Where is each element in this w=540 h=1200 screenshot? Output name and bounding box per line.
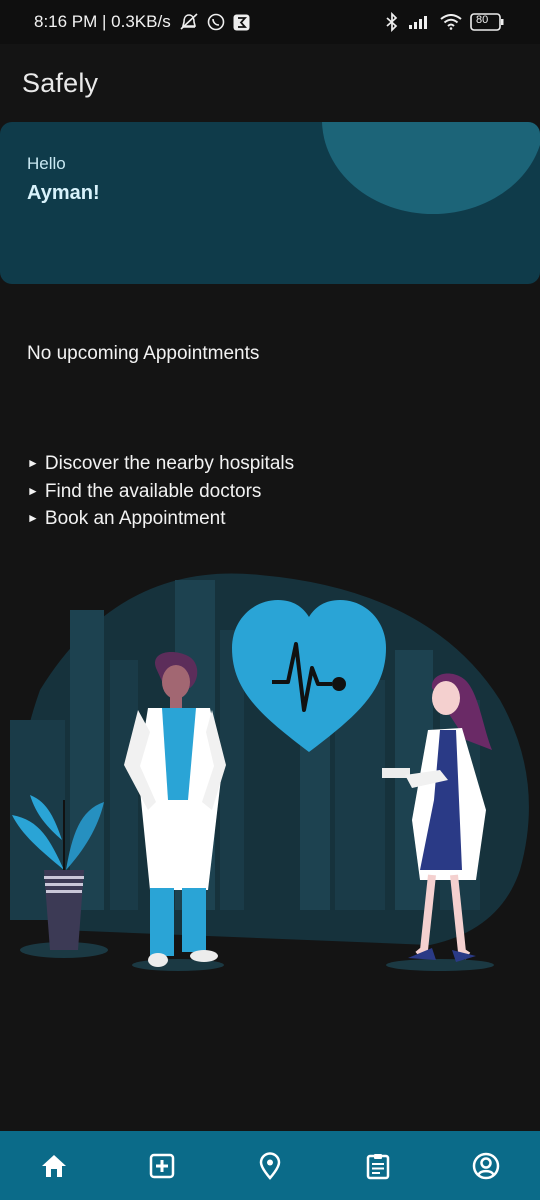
no-appointments-text: No upcoming Appointments xyxy=(27,343,260,364)
arrow-right-icon: ► xyxy=(27,456,39,470)
app-bar: Safely xyxy=(0,44,540,122)
clipboard-icon xyxy=(366,1153,390,1179)
nav-home[interactable] xyxy=(24,1136,84,1196)
home-icon xyxy=(42,1154,66,1177)
status-bar: 8:16 PM | 0.3KB/s 80 xyxy=(0,0,540,44)
app-title: Safely xyxy=(22,68,99,98)
location-pin-icon xyxy=(259,1151,281,1180)
signal-icon xyxy=(408,14,432,30)
nav-location[interactable] xyxy=(240,1136,300,1196)
feature-item: ► Book an Appointment xyxy=(27,505,294,533)
status-time-network: 8:16 PM | 0.3KB/s xyxy=(34,12,171,31)
bluetooth-icon xyxy=(384,12,400,32)
feature-item: ► Discover the nearby hospitals xyxy=(27,450,294,478)
feature-list: ► Discover the nearby hospitals ► Find the… xyxy=(27,450,294,533)
app-notification-icon xyxy=(233,14,250,31)
arrow-right-icon: ► xyxy=(27,483,39,498)
feature-label: Book an Appointment xyxy=(44,508,226,529)
wifi-icon xyxy=(440,14,462,30)
nav-appointments[interactable] xyxy=(348,1136,408,1196)
status-left: 8:16 PM | 0.3KB/s xyxy=(34,12,250,32)
nav-profile[interactable] xyxy=(456,1136,516,1196)
whatsapp-icon xyxy=(207,13,225,31)
alarm-off-icon xyxy=(179,13,199,31)
feature-label: Discover the nearby hospitals xyxy=(44,453,295,474)
greeting-hello: Hello xyxy=(27,154,66,173)
nav-hospitals[interactable] xyxy=(132,1136,192,1196)
greeting-name: Ayman! xyxy=(27,182,100,204)
feature-item: ► Find the available doctors xyxy=(27,478,294,506)
medical-plus-icon xyxy=(149,1153,175,1178)
doctors-illustration xyxy=(10,573,529,971)
greeting-card: Hello Ayman! xyxy=(0,122,540,284)
greeting-decor-circle xyxy=(322,122,540,214)
bottom-nav xyxy=(0,1131,540,1200)
feature-label: Find the available doctors xyxy=(44,480,262,502)
battery-level: 80 xyxy=(476,14,489,26)
arrow-right-icon: ► xyxy=(27,511,39,525)
battery-icon: 80 xyxy=(470,13,504,31)
status-right: 80 xyxy=(384,12,504,32)
profile-icon xyxy=(472,1152,500,1179)
